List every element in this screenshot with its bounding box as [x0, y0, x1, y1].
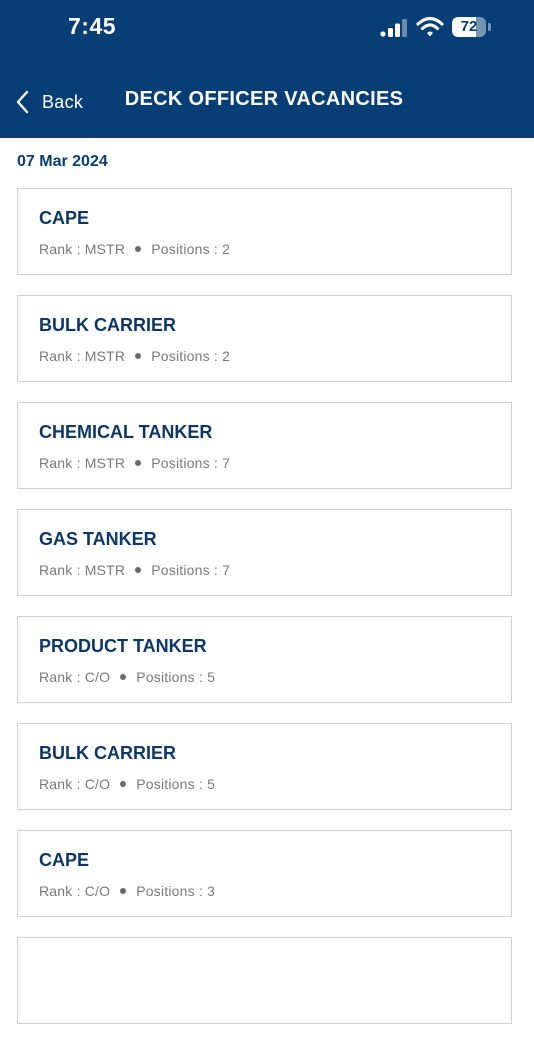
- page-title: DECK OFFICER VACANCIES: [124, 88, 404, 110]
- battery-level: 72: [460, 18, 478, 35]
- wifi-icon: [416, 16, 444, 37]
- app-header: 7:45 72 Back DECK OFFICER VACANCIES: [0, 0, 534, 138]
- rank-label: Rank : C/O: [39, 883, 111, 899]
- vacancy-card[interactable]: BULK CARRIER Rank : MSTR Positions : 2: [17, 295, 512, 382]
- vacancy-card[interactable]: BULK CARRIER Rank : C/O Positions : 5: [17, 723, 512, 810]
- vessel-type: PRODUCT TANKER: [39, 636, 207, 656]
- nav-bar: Back DECK OFFICER VACANCIES: [0, 80, 534, 124]
- separator-dot-icon: [135, 353, 142, 359]
- rank-label: Rank : MSTR: [39, 241, 126, 257]
- positions-label: Positions : 2: [151, 348, 231, 364]
- vacancy-meta: Rank : C/O Positions : 3: [39, 883, 511, 899]
- battery-cap: [488, 23, 491, 31]
- positions-label: Positions : 5: [136, 669, 216, 685]
- rank-label: Rank : C/O: [39, 669, 111, 685]
- vessel-type: CAPE: [39, 850, 90, 870]
- positions-label: Positions : 3: [136, 883, 216, 899]
- vacancy-meta: Rank : MSTR Positions : 2: [39, 241, 511, 257]
- separator-dot-icon: [120, 888, 127, 894]
- separator-dot-icon: [135, 460, 142, 466]
- rank-label: Rank : MSTR: [39, 455, 126, 471]
- rank-label: Rank : C/O: [39, 776, 111, 792]
- status-time: 7:45: [68, 13, 117, 39]
- separator-dot-icon: [135, 246, 142, 252]
- positions-label: Positions : 5: [136, 776, 216, 792]
- vacancy-card[interactable]: CAPE Rank : C/O Positions : 3: [17, 830, 512, 917]
- rank-label: Rank : MSTR: [39, 348, 126, 364]
- vacancy-card[interactable]: PRODUCT TANKER Rank : C/O Positions : 5: [17, 616, 512, 703]
- vacancy-meta: Rank : MSTR Positions : 7: [39, 455, 511, 471]
- vacancy-card-partial[interactable]: [17, 937, 512, 1024]
- vacancy-meta: Rank : C/O Positions : 5: [39, 669, 511, 685]
- positions-label: Positions : 7: [151, 562, 231, 578]
- vessel-type: BULK CARRIER: [39, 743, 176, 763]
- vessel-type: CHEMICAL TANKER: [39, 422, 213, 442]
- separator-dot-icon: [135, 567, 142, 573]
- vessel-type: CAPE: [39, 208, 90, 228]
- positions-label: Positions : 2: [151, 241, 231, 257]
- vacancy-meta: Rank : MSTR Positions : 7: [39, 562, 511, 578]
- rank-label: Rank : MSTR: [39, 562, 126, 578]
- vessel-type: [39, 955, 511, 979]
- separator-dot-icon: [120, 674, 127, 680]
- date-header: 07 Mar 2024: [17, 153, 108, 170]
- vacancy-card[interactable]: GAS TANKER Rank : MSTR Positions : 7: [17, 509, 512, 596]
- vessel-type: BULK CARRIER: [39, 315, 176, 335]
- separator-dot-icon: [120, 781, 127, 787]
- positions-label: Positions : 7: [151, 455, 231, 471]
- vacancy-meta: Rank : MSTR Positions : 2: [39, 348, 511, 364]
- status-bar: 7:45 72: [0, 0, 534, 56]
- battery-body: 72: [452, 17, 486, 37]
- vacancy-card[interactable]: CAPE Rank : MSTR Positions : 2: [17, 188, 512, 275]
- vacancy-list: CAPE Rank : MSTR Positions : 2 BULK CARR…: [17, 188, 512, 1044]
- vacancy-meta: Rank : C/O Positions : 5: [39, 776, 511, 792]
- cellular-signal-icon: [380, 19, 407, 37]
- battery-icon: 72: [452, 17, 492, 37]
- vessel-type: GAS TANKER: [39, 529, 157, 549]
- vacancy-card[interactable]: CHEMICAL TANKER Rank : MSTR Positions : …: [17, 402, 512, 489]
